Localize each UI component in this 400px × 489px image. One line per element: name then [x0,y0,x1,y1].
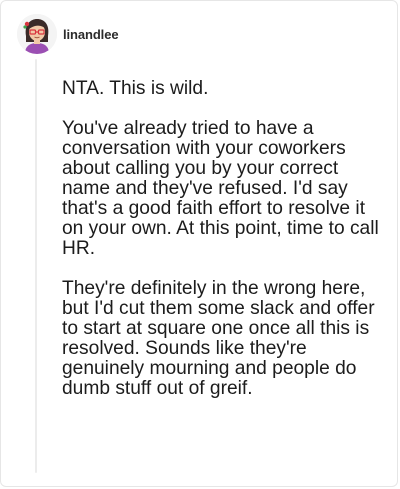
comment-paragraph: They're definitely in the wrong here, bu… [62,278,375,399]
comment-body: NTA. This is wild. You've already tried … [62,79,380,399]
comment-paragraph: You've already tried to have a conversat… [62,118,379,259]
comment-header: linandlee [17,13,119,55]
username[interactable]: linandlee [63,27,119,42]
thread-line[interactable] [35,59,37,473]
user-avatar[interactable] [17,14,57,54]
comment-card: linandlee NTA. This is wild. You've alre… [0,0,398,487]
cartoon-girl-glasses-avatar-icon [17,14,57,54]
comment-paragraph: NTA. This is wild. [62,78,209,99]
